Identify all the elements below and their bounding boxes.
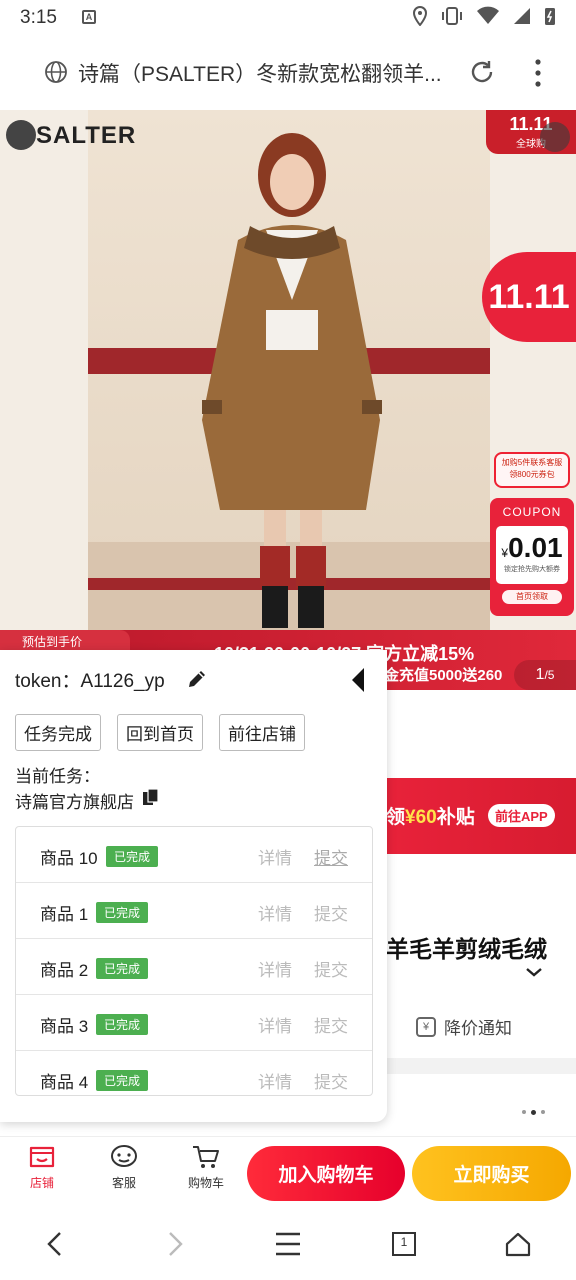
- task-detail-link[interactable]: 详情: [258, 956, 292, 981]
- vibrate-icon: [442, 7, 462, 25]
- more-options-button[interactable]: [540, 122, 570, 152]
- back-icon[interactable]: [42, 1230, 70, 1258]
- chevron-down-icon[interactable]: [524, 964, 544, 980]
- status-time: 3:15: [20, 7, 57, 28]
- carousel-dots: [522, 1110, 545, 1115]
- tab-cart[interactable]: 购物车: [176, 1143, 236, 1191]
- image-pager: 1/5: [514, 660, 576, 690]
- task-row: 商品 1 已完成 详情 提交: [16, 883, 372, 939]
- promo-chip[interactable]: 加购5件联系客服 领800元券包: [494, 452, 570, 488]
- status-bar: 3:15 A: [0, 0, 576, 36]
- home-icon[interactable]: [504, 1230, 532, 1258]
- buy-now-button[interactable]: 立即购买: [412, 1146, 571, 1201]
- task-row: 商品 10 已完成 详情 提交: [16, 827, 372, 883]
- task-submit-link[interactable]: 提交: [314, 1012, 348, 1037]
- reload-icon[interactable]: [468, 58, 496, 86]
- status-badge: 已完成: [96, 902, 149, 923]
- double11-float-badge[interactable]: 11.11: [482, 252, 576, 342]
- signal-icon: [514, 8, 530, 24]
- status-badge: 已完成: [96, 1070, 149, 1091]
- price-alert-button[interactable]: ¥ 降价通知: [416, 1014, 512, 1039]
- task-submit-link[interactable]: 提交: [314, 956, 348, 981]
- task-detail-link[interactable]: 详情: [258, 844, 292, 869]
- task-complete-button[interactable]: 任务完成: [15, 714, 101, 751]
- open-app-button[interactable]: 前往APP: [488, 804, 555, 827]
- collapse-panel-icon[interactable]: [350, 666, 366, 694]
- product-action-bar: 店铺 客服 购物车 加入购物车 立即购买: [0, 1136, 576, 1206]
- cart-icon: [193, 1146, 219, 1168]
- customer-service-icon: [111, 1145, 137, 1167]
- menu-icon[interactable]: [274, 1230, 302, 1258]
- coupon-card[interactable]: COUPON ¥0.01 锁定抢先购大额券 首页领取: [490, 498, 574, 616]
- token-display: token：A1126_yp: [15, 671, 165, 692]
- store-icon: [29, 1146, 55, 1168]
- status-icons: [412, 6, 556, 26]
- wifi-icon: [477, 6, 499, 24]
- task-submit-link[interactable]: 提交: [314, 900, 348, 925]
- page-title[interactable]: 诗篇（PSALTER）冬新款宽松翻领羊...: [78, 58, 450, 88]
- product-image-carousel[interactable]: SALTER 11.11 全球购 11.11 加购5件联系客服 领800元券包 …: [0, 110, 576, 690]
- product-name: 羊毛羊剪绒毛绒: [386, 936, 547, 962]
- status-badge: 已完成: [106, 846, 159, 867]
- task-submit-link[interactable]: 提交: [314, 1068, 348, 1093]
- task-detail-link[interactable]: 详情: [258, 1012, 292, 1037]
- back-home-button[interactable]: 回到首页: [117, 714, 203, 751]
- task-row: 商品 4 已完成 详情 提交: [16, 1051, 372, 1095]
- forward-icon[interactable]: [160, 1230, 188, 1258]
- task-row: 商品 2 已完成 详情 提交: [16, 939, 372, 995]
- go-to-store-button[interactable]: 前往店铺: [219, 714, 305, 751]
- subsidy-banner[interactable]: 领¥60补贴 前往APP: [386, 778, 576, 854]
- tab-store[interactable]: 店铺: [12, 1143, 72, 1191]
- status-badge: 已完成: [96, 1014, 149, 1035]
- browser-address-bar: 诗篇（PSALTER）冬新款宽松翻领羊...: [0, 36, 576, 110]
- task-list: 商品 10 已完成 详情 提交 商品 1 已完成 详情 提交 商品 2 已完成 …: [15, 826, 373, 1096]
- price-tag-icon: ¥: [416, 1016, 436, 1037]
- current-shop-name: 诗篇官方旗舰店: [15, 793, 134, 812]
- globe-icon[interactable]: [44, 60, 68, 84]
- coupon-claim-button[interactable]: 首页领取: [502, 590, 562, 604]
- sim-icon: A: [82, 10, 96, 24]
- model-photo: [202, 133, 382, 628]
- status-badge: 已完成: [96, 958, 149, 979]
- tabs-button[interactable]: 1: [390, 1230, 418, 1258]
- current-task-label: 当前任务：: [15, 767, 100, 786]
- battery-icon: [545, 8, 555, 25]
- task-panel: token：A1126_yp 任务完成 回到首页 前往店铺 当前任务： 诗篇官方…: [0, 650, 387, 1122]
- location-icon: [412, 6, 428, 26]
- browser-nav-bar: 1: [0, 1206, 576, 1280]
- promo-line-2: 金充值5000送260: [384, 667, 503, 684]
- coupon-amount: 0.01: [508, 532, 563, 563]
- edit-pencil-icon[interactable]: [186, 668, 208, 690]
- token-value: A1126_yp: [80, 671, 165, 692]
- task-detail-link[interactable]: 详情: [258, 900, 292, 925]
- task-row: 商品 3 已完成 详情 提交: [16, 995, 372, 1051]
- brand-logo: SALTER: [6, 120, 135, 150]
- more-menu-icon[interactable]: [528, 58, 548, 88]
- add-to-cart-button[interactable]: 加入购物车: [247, 1146, 405, 1201]
- copy-icon[interactable]: [142, 788, 160, 806]
- task-submit-link[interactable]: 提交: [314, 844, 348, 869]
- tab-count: 1: [400, 1235, 408, 1249]
- tab-service[interactable]: 客服: [94, 1143, 154, 1191]
- task-detail-link[interactable]: 详情: [258, 1068, 292, 1093]
- panel-actions: 任务完成 回到首页 前往店铺: [15, 714, 305, 751]
- back-badge-icon[interactable]: [6, 120, 36, 150]
